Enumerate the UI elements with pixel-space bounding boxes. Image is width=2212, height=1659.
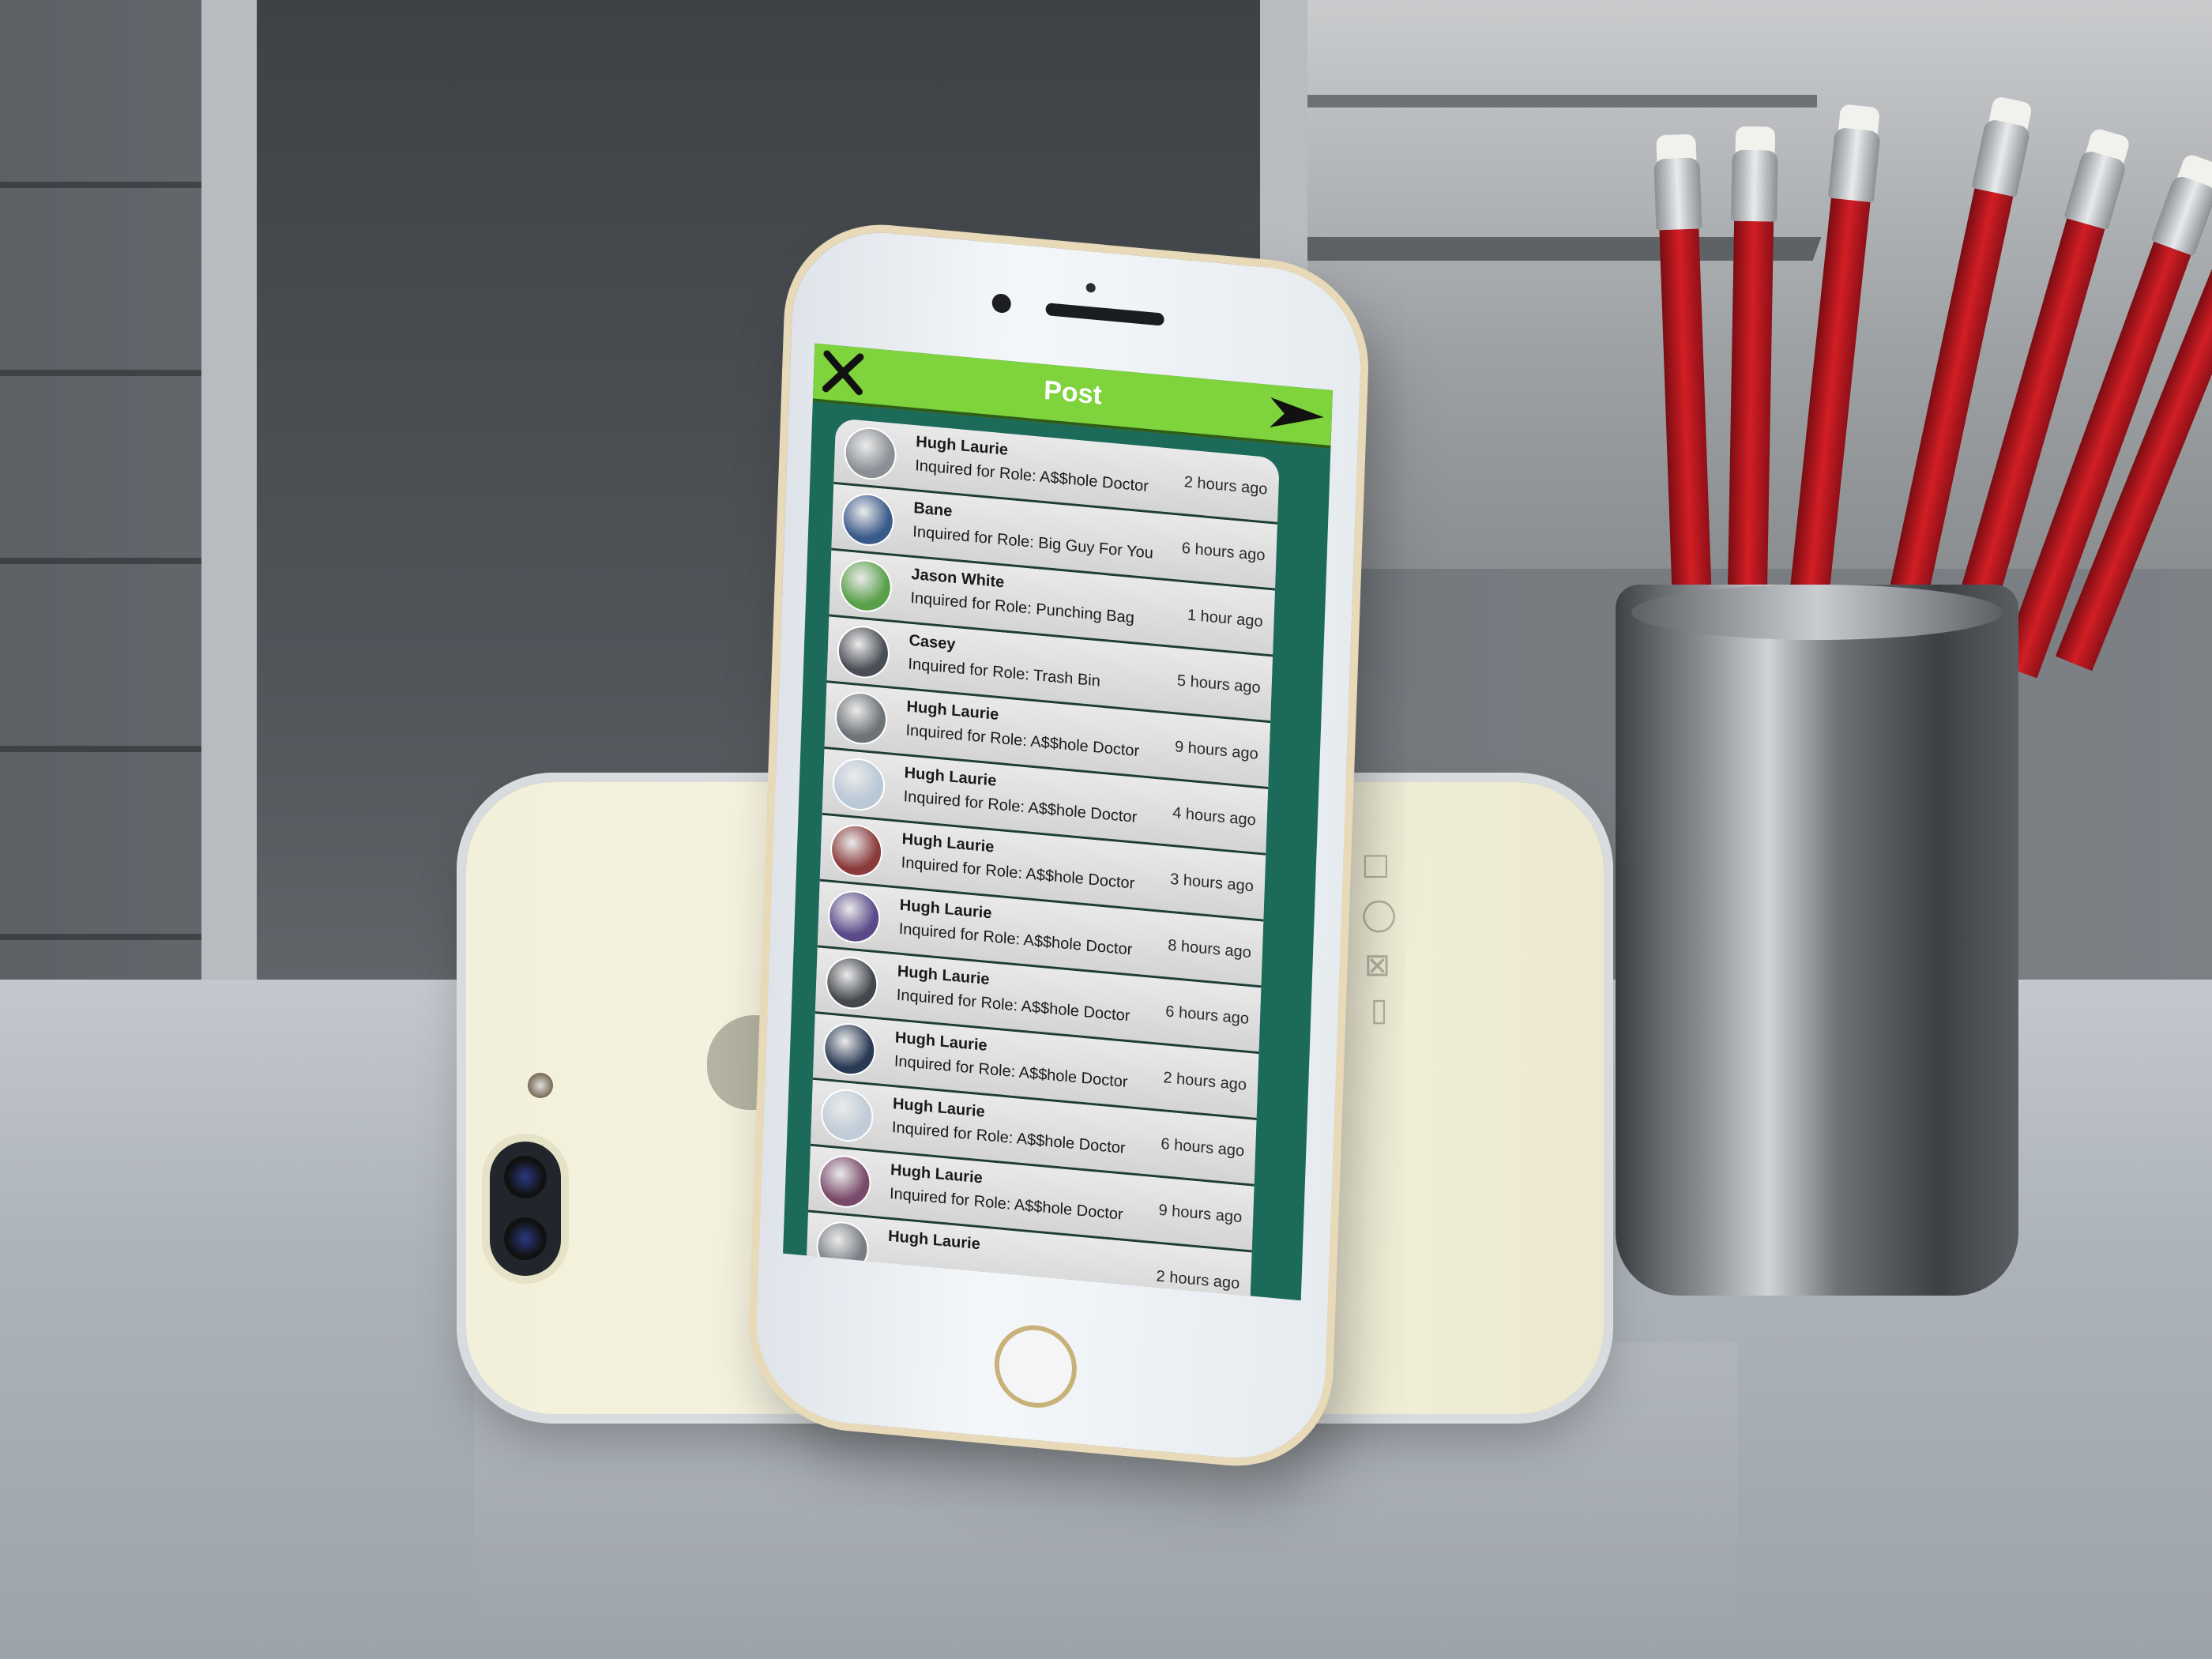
avatar: [845, 427, 896, 480]
inquiry-role: Inquired for Role: A$$hole Doctor: [903, 788, 1138, 826]
timestamp: 9 hours ago: [1158, 1201, 1243, 1227]
avatar: [837, 625, 889, 679]
page-title: Post: [1043, 374, 1103, 411]
avatar: [824, 1022, 875, 1076]
user-name: Hugh Laurie: [899, 896, 992, 923]
timestamp: 5 hours ago: [1176, 672, 1261, 698]
user-name: Hugh Laurie: [915, 433, 1009, 459]
photo-scene: ▭ ⊠ ◯ ☐ Post Hugh Laurie Inquired for Ro…: [0, 0, 2212, 1659]
timestamp: 2 hours ago: [1156, 1267, 1240, 1293]
inquiry-role: Inquired for Role: A$$hole Doctor: [901, 853, 1135, 893]
timestamp: 2 hours ago: [1183, 473, 1268, 498]
front-phone: Post Hugh Laurie Inquired for Role: A$$h…: [753, 224, 1364, 1466]
inquiry-role: Inquired for Role: A$$hole Doctor: [889, 1184, 1124, 1224]
inquiry-role: Inquired for Role: A$$hole Doctor: [898, 920, 1133, 959]
user-name: Hugh Laurie: [906, 698, 999, 724]
avatar: [831, 824, 882, 878]
timestamp: 6 hours ago: [1181, 539, 1266, 565]
photo-shelf: [1264, 95, 1817, 107]
timestamp: 6 hours ago: [1161, 1135, 1245, 1161]
avatar: [829, 890, 880, 944]
avatar: [840, 559, 891, 613]
send-icon: [1270, 397, 1324, 427]
timestamp: 6 hours ago: [1164, 1003, 1250, 1028]
inquiry-role: Inquired for Role: A$$hole Doctor: [893, 1052, 1128, 1092]
user-name: Bane: [913, 499, 953, 521]
user-name: Hugh Laurie: [897, 962, 990, 989]
avatar: [833, 758, 885, 811]
home-button[interactable]: [993, 1322, 1078, 1412]
user-name: Hugh Laurie: [894, 1029, 988, 1055]
avatar: [819, 1154, 871, 1209]
avatar: [826, 956, 878, 1010]
front-camera: [991, 292, 1012, 314]
camera-lens: [504, 1156, 547, 1198]
timestamp: 1 hour ago: [1187, 606, 1263, 631]
camera-flash: [528, 1073, 553, 1098]
user-name: Hugh Laurie: [887, 1227, 981, 1254]
camera-lens: [504, 1217, 547, 1260]
user-name: Hugh Laurie: [890, 1161, 984, 1187]
avatar: [817, 1221, 868, 1275]
inquiry-role: Inquired for Role: Punching Bag: [910, 589, 1135, 627]
avatar: [822, 1089, 873, 1142]
timestamp: 9 hours ago: [1174, 738, 1259, 763]
user-name: Hugh Laurie: [901, 830, 995, 856]
timestamp: 4 hours ago: [1172, 804, 1257, 830]
inquiry-role: Inquired for Role: A$$hole Doctor: [891, 1119, 1126, 1157]
timestamp: 3 hours ago: [1169, 870, 1255, 896]
timestamp: 8 hours ago: [1167, 936, 1252, 962]
user-name: Jason White: [911, 565, 1005, 592]
proximity-sensor: [1085, 282, 1096, 293]
timestamp: 2 hours ago: [1163, 1069, 1247, 1094]
user-name: Casey: [908, 631, 956, 653]
send-button[interactable]: [1266, 393, 1328, 438]
pencil-cup: [1616, 585, 2018, 1296]
inquiry-list[interactable]: Hugh Laurie Inquired for Role: A$$hole D…: [806, 418, 1280, 1301]
inquiry-role: Inquired for Role: A$$hole Doctor: [896, 986, 1130, 1025]
avatar: [835, 691, 887, 745]
user-name: Hugh Laurie: [892, 1095, 986, 1121]
rear-camera: [490, 1142, 561, 1276]
regulatory-marks-icon: ▭ ⊠ ◯ ☐: [1360, 847, 1394, 1027]
inquiry-role: Inquired for Role: A$$hole Doctor: [905, 721, 1140, 761]
user-name: Hugh Laurie: [904, 764, 997, 790]
earpiece: [1045, 303, 1164, 326]
pencil-cup-rim: [1631, 585, 2003, 640]
inquiry-role: Inquired for Role: A$$hole Doctor: [914, 457, 1149, 496]
inquiry-role: Inquired for Role: Trash Bin: [908, 655, 1101, 690]
app-screen: Post Hugh Laurie Inquired for Role: A$$h…: [783, 343, 1333, 1301]
avatar: [842, 493, 893, 547]
inquiry-role: Inquired for Role: Big Guy For You: [912, 523, 1154, 562]
